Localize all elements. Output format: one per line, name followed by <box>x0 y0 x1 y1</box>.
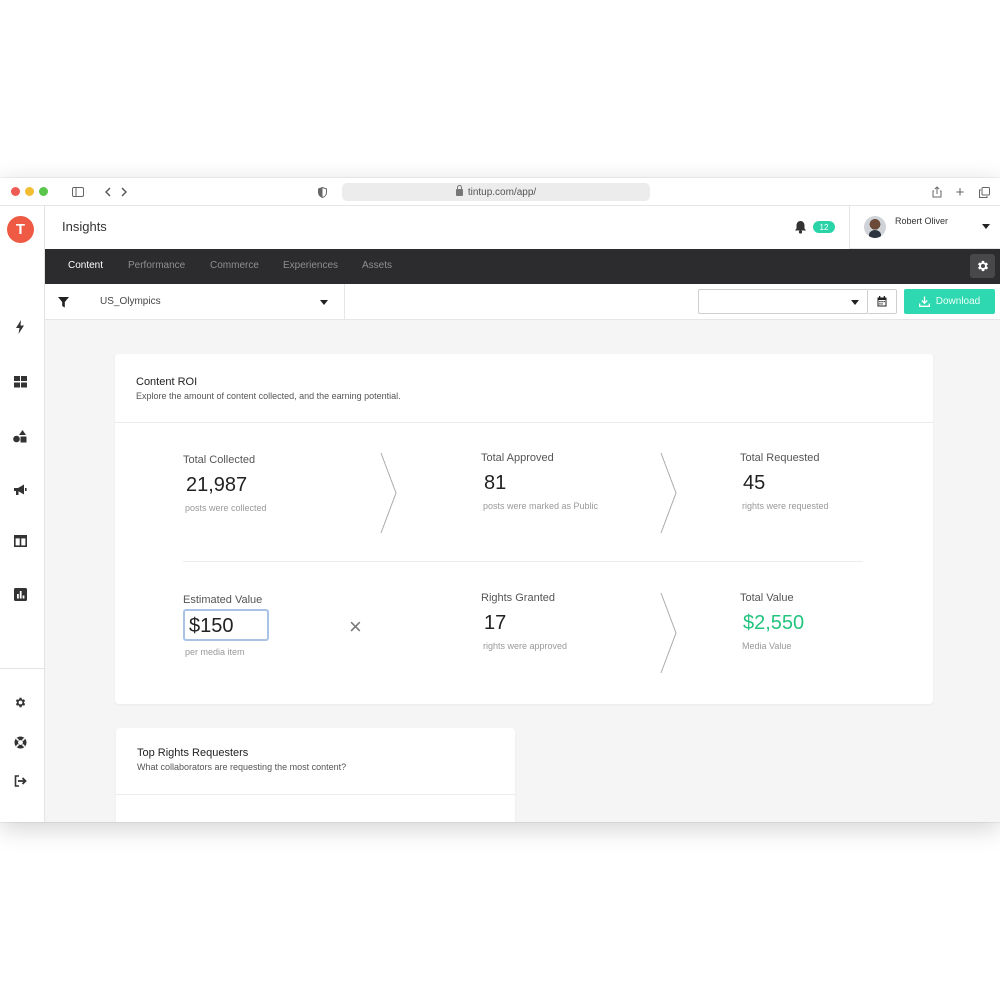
date-range-select[interactable] <box>698 289 868 314</box>
card-header-divider <box>115 422 933 423</box>
page-title: Insights <box>62 219 107 234</box>
stat-description: per media item <box>185 647 245 657</box>
total-collected-stat: Total Collected 21,987 posts were collec… <box>183 454 267 513</box>
main-content: Content ROI Explore the amount of conten… <box>45 320 1000 822</box>
insights-tabs: Content Performance Commerce Experiences… <box>45 249 1000 284</box>
shapes-icon[interactable] <box>12 428 28 444</box>
bolt-icon[interactable] <box>12 319 28 335</box>
browser-window: tintup.com/app/ + T Insights 12 Robert O… <box>0 178 1000 822</box>
stat-label: Total Requested <box>740 452 820 464</box>
rail-divider <box>0 668 44 669</box>
calendar-icon <box>877 296 887 307</box>
stat-label: Total Collected <box>183 454 256 466</box>
app-header: Insights 12 Robert Oliver <box>45 206 1000 249</box>
stat-value: 45 <box>743 472 766 494</box>
bell-icon[interactable] <box>794 220 808 234</box>
privacy-shield-icon[interactable] <box>316 183 328 201</box>
total-requested-stat: Total Requested 45 rights were requested <box>740 452 829 511</box>
close-window-button[interactable] <box>11 187 20 196</box>
stat-description: rights were approved <box>483 641 568 651</box>
tabs-overview-icon[interactable] <box>977 183 991 201</box>
lock-icon <box>455 184 463 196</box>
browser-toolbar: tintup.com/app/ + <box>0 178 1000 206</box>
tintup-logo[interactable]: T <box>7 216 34 243</box>
stat-description: rights were requested <box>742 501 829 511</box>
rights-granted-stat: Rights Granted 17 rights were approved <box>481 592 567 651</box>
address-bar[interactable]: tintup.com/app/ <box>342 183 650 201</box>
multiply-icon: × <box>349 614 362 639</box>
chevron-right-icon <box>380 452 397 534</box>
chevron-down-icon <box>851 300 859 305</box>
share-icon[interactable] <box>930 183 944 201</box>
forward-icon[interactable] <box>118 183 130 201</box>
chevron-right-icon <box>660 592 677 674</box>
stat-description: posts were collected <box>185 503 267 513</box>
chevron-right-icon <box>660 452 677 534</box>
stat-description: Media Value <box>742 641 792 651</box>
stat-label: Rights Granted <box>481 592 555 604</box>
megaphone-icon[interactable] <box>12 482 28 498</box>
gear-icon <box>977 260 988 272</box>
collection-value: US_Olympics <box>100 296 161 307</box>
grid-icon[interactable] <box>12 374 28 390</box>
back-icon[interactable] <box>101 183 113 201</box>
gear-icon[interactable] <box>12 694 28 710</box>
lifebuoy-icon[interactable] <box>12 734 28 750</box>
new-tab-icon[interactable]: + <box>953 183 967 201</box>
total-value-stat: Total Value $2,550 Media Value <box>740 592 804 651</box>
row-divider <box>183 561 863 562</box>
tab-experiences[interactable]: Experiences <box>283 260 338 271</box>
filter-bar: US_Olympics Download <box>45 284 1000 320</box>
avatar <box>864 216 886 238</box>
chevron-down-icon <box>982 224 990 229</box>
filter-icon[interactable] <box>58 295 70 308</box>
sidebar-toggle-icon[interactable] <box>71 183 85 201</box>
user-menu[interactable]: Robert Oliver <box>849 206 1000 249</box>
top-rights-requesters-card: Top Rights Requesters What collaborators… <box>116 728 515 822</box>
estimated-value-input[interactable] <box>183 609 269 641</box>
card-subtitle: What collaborators are requesting the mo… <box>137 762 347 772</box>
chevron-down-icon <box>320 300 328 305</box>
download-label: Download <box>935 296 981 307</box>
tab-content[interactable]: Content <box>68 260 103 271</box>
stat-label: Total Value <box>740 592 794 604</box>
download-icon <box>918 296 930 307</box>
settings-gear-button[interactable] <box>970 254 995 278</box>
tab-commerce[interactable]: Commerce <box>210 260 259 271</box>
calendar-button[interactable] <box>868 289 897 314</box>
stat-label: Total Approved <box>481 452 554 464</box>
card-title: Content ROI <box>136 376 198 388</box>
stat-value: 21,987 <box>186 474 248 496</box>
logout-icon[interactable] <box>12 773 28 789</box>
tab-performance[interactable]: Performance <box>128 260 185 271</box>
content-roi-card: Content ROI Explore the amount of conten… <box>115 354 933 704</box>
stat-value: 81 <box>484 472 507 494</box>
chart-icon[interactable] <box>12 586 28 602</box>
card-header-divider <box>116 794 515 795</box>
tab-assets[interactable]: Assets <box>362 260 392 271</box>
download-button[interactable]: Download <box>904 289 995 314</box>
left-navigation-rail: T <box>0 206 45 822</box>
user-name: Robert Oliver <box>895 216 949 226</box>
total-approved-stat: Total Approved 81 posts were marked as P… <box>481 452 598 511</box>
stat-value: $2,550 <box>743 612 805 634</box>
collection-select[interactable]: US_Olympics <box>85 284 345 320</box>
card-subtitle: Explore the amount of content collected,… <box>136 391 401 401</box>
stat-description: posts were marked as Public <box>483 501 599 511</box>
columns-icon[interactable] <box>12 533 28 549</box>
stat-value: 17 <box>484 612 507 634</box>
card-title: Top Rights Requesters <box>137 747 249 759</box>
notification-count-badge[interactable]: 12 <box>813 221 835 233</box>
estimated-value-stat: Estimated Value per media item <box>183 594 269 657</box>
stat-label: Estimated Value <box>183 594 263 606</box>
minimize-window-button[interactable] <box>25 187 34 196</box>
url-text: tintup.com/app/ <box>467 186 537 198</box>
zoom-window-button[interactable] <box>39 187 48 196</box>
